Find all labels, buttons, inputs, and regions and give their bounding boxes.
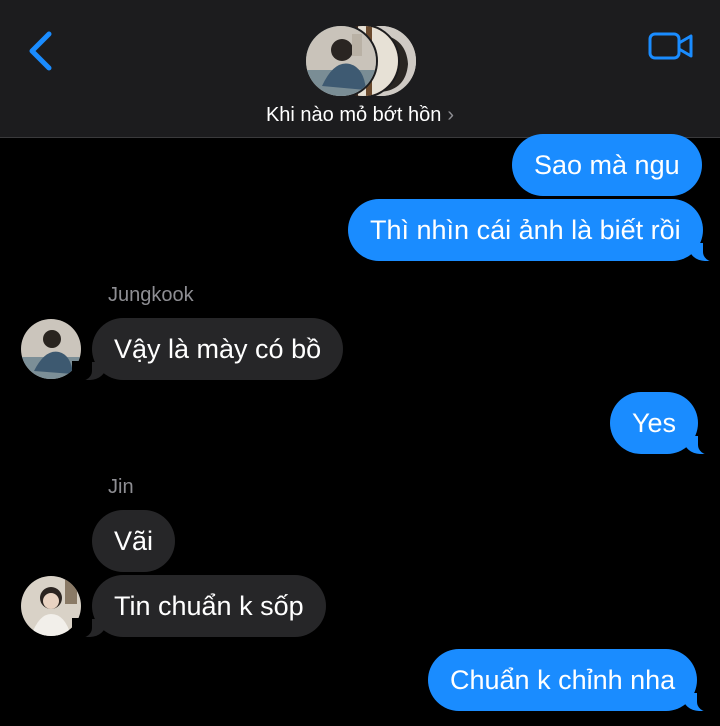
outgoing-message[interactable]: Sao mà ngu [512, 134, 702, 196]
message-text: Thì nhìn cái ảnh là biết rồi [370, 215, 681, 245]
group-name-button[interactable]: Khi nào mỏ bớt hồn › [0, 104, 720, 127]
incoming-message[interactable]: Tin chuẩn k sốp [72, 575, 326, 638]
video-call-button[interactable] [648, 30, 694, 62]
incoming-message[interactable]: Vãi [92, 510, 176, 572]
conversation-header: Khi nào mỏ bớt hồn › [0, 0, 720, 138]
message-text: Tin chuẩn k sốp [114, 591, 304, 621]
group-avatar-stack[interactable] [304, 24, 418, 98]
outgoing-message[interactable]: Thì nhìn cái ảnh là biết rồi [348, 199, 720, 262]
sender-name: Jungkook [108, 284, 194, 306]
outgoing-message[interactable]: Yes [610, 392, 719, 455]
chevron-right-icon: › [447, 104, 455, 126]
group-name-label: Khi nào mỏ bớt hồn [265, 104, 442, 126]
back-button[interactable] [22, 28, 62, 74]
video-camera-icon [648, 32, 693, 60]
incoming-message[interactable]: Vậy là mày có bồ [71, 318, 344, 381]
message-text: Vậy là mày có bồ [114, 334, 322, 364]
sender-name: Jin [108, 476, 134, 498]
chevron-left-icon [29, 31, 52, 71]
message-text: Yes [632, 408, 677, 438]
message-text: Chuẩn k chỉnh nha [450, 665, 676, 695]
outgoing-message[interactable]: Chuẩn k chỉnh nha [428, 649, 718, 712]
group-member-avatar [304, 24, 378, 98]
